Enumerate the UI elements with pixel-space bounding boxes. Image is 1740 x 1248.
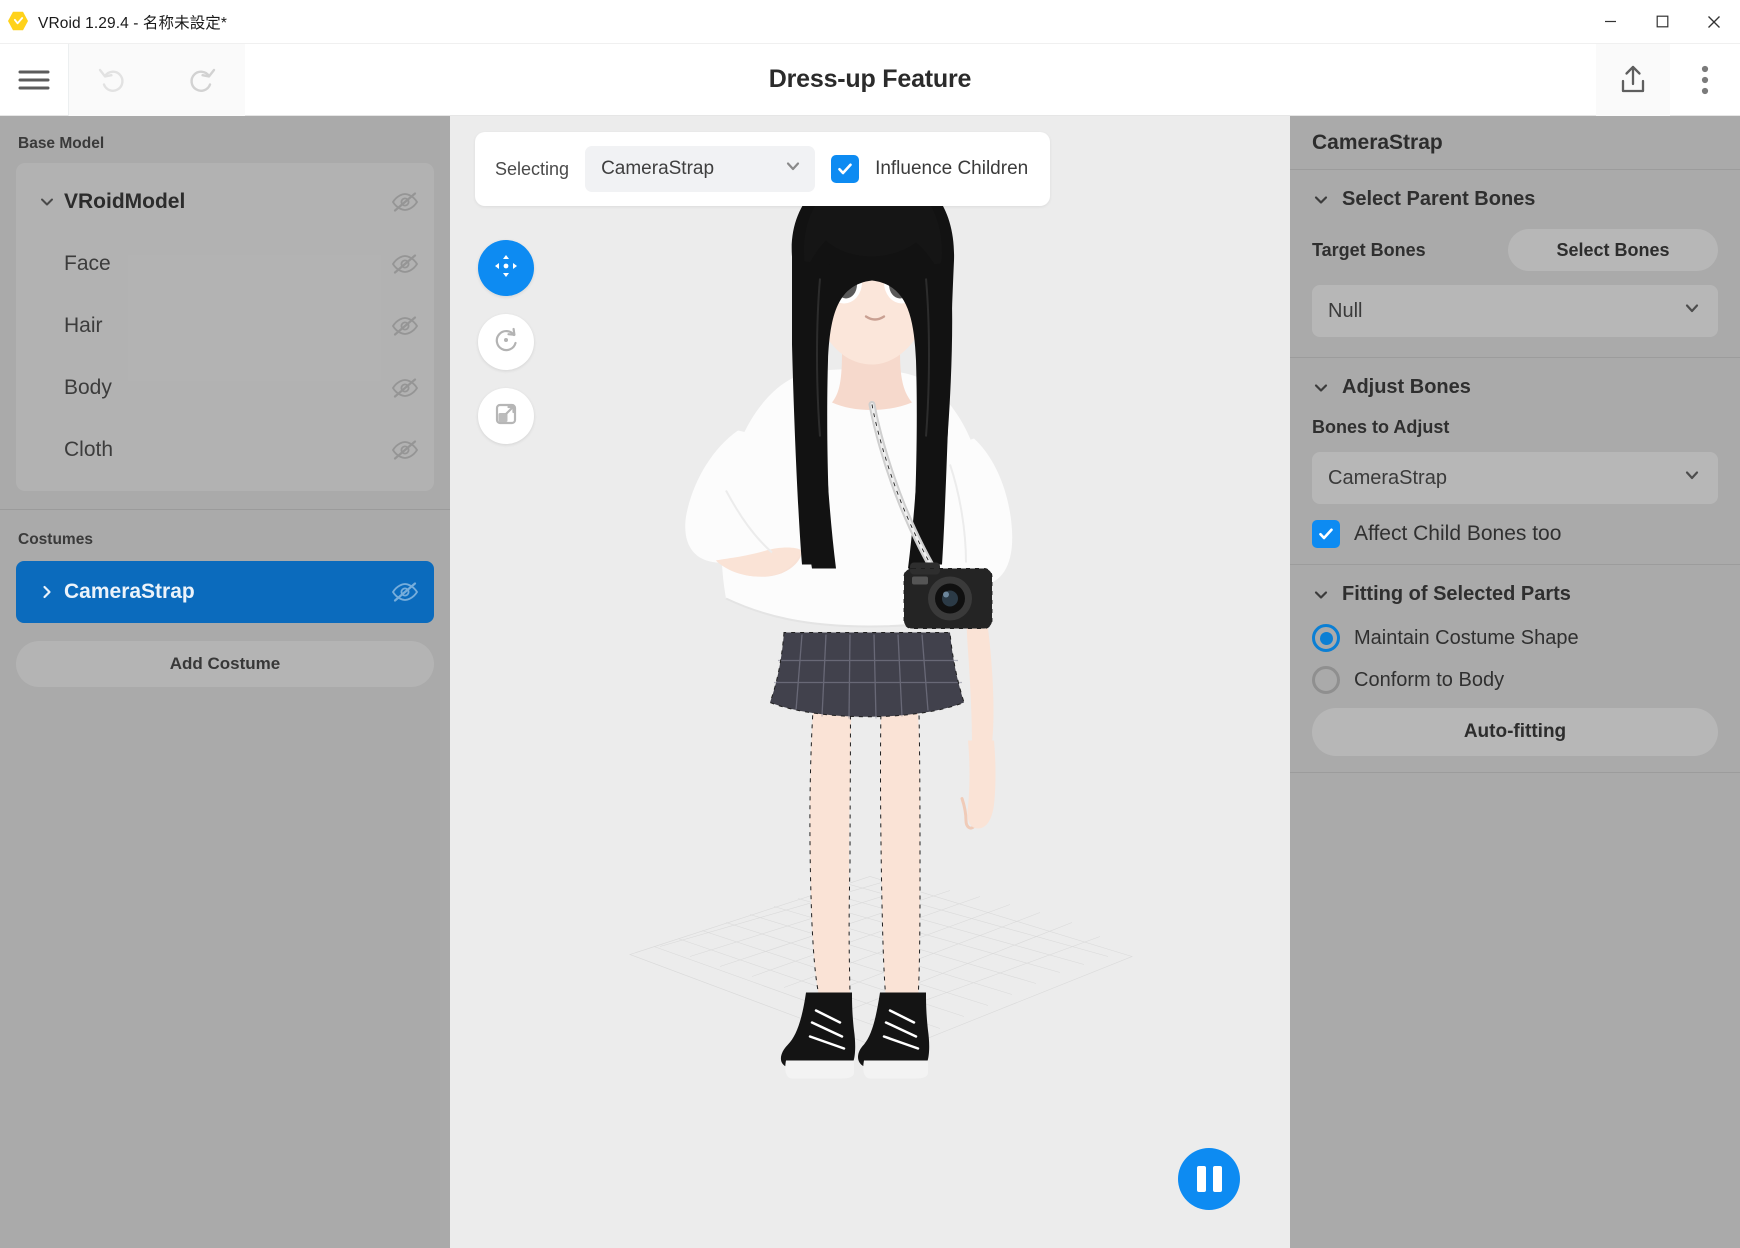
move-arrows-icon — [492, 252, 520, 285]
bones-to-adjust-value: CameraStrap — [1328, 466, 1447, 489]
pause-button[interactable] — [1178, 1148, 1240, 1210]
3d-viewport[interactable]: Selecting CameraStrap Influence Children — [450, 116, 1290, 1248]
pause-icon — [1196, 1166, 1222, 1192]
chevron-right-icon[interactable] — [38, 583, 64, 601]
select-parent-bones-section: Select Parent Bones Target Bones Select … — [1290, 170, 1740, 358]
undo-icon[interactable] — [69, 44, 157, 116]
affect-child-bones-label: Affect Child Bones too — [1354, 522, 1562, 545]
selecting-dropdown-value: CameraStrap — [601, 158, 715, 179]
right-panel-title: CameraStrap — [1290, 116, 1740, 170]
eye-off-icon[interactable] — [390, 376, 420, 400]
selecting-toolbar: Selecting CameraStrap Influence Children — [475, 132, 1051, 206]
rotate-icon — [492, 326, 520, 359]
chevron-down-icon — [783, 156, 803, 182]
costumes-heading: Costumes — [18, 531, 93, 548]
tree-item-cloth[interactable]: Cloth — [16, 419, 434, 481]
scale-icon — [492, 400, 520, 433]
vroid-studio-window: VRoid 1.29.4 - 名称未設定* Dress-up Feature B… — [0, 0, 1740, 1248]
character-model — [520, 164, 1220, 1109]
add-costume-button[interactable]: Add Costume — [16, 641, 434, 687]
radio-conform-to-body[interactable]: Conform to Body — [1312, 666, 1718, 694]
maximize-icon[interactable] — [1636, 0, 1688, 44]
eye-off-icon[interactable] — [390, 438, 420, 462]
tree-item-face[interactable]: Face — [16, 233, 434, 295]
hamburger-menu-icon[interactable] — [0, 44, 68, 116]
influence-children-label: Influence Children — [875, 158, 1029, 179]
parent-bone-dropdown[interactable]: Null — [1312, 285, 1718, 337]
base-model-tree: VRoidModel Face Hair Body Cloth — [16, 163, 434, 491]
selecting-label: Selecting — [495, 158, 570, 179]
selecting-dropdown[interactable]: CameraStrap — [585, 146, 816, 192]
tree-item-label: Face — [64, 252, 111, 275]
base-model-heading: Base Model — [18, 135, 105, 152]
eye-off-icon[interactable] — [390, 252, 420, 276]
radio-label: Maintain Costume Shape — [1354, 626, 1579, 649]
scale-tool[interactable] — [478, 388, 534, 444]
influence-children-checkbox[interactable] — [831, 155, 860, 183]
eye-off-icon[interactable] — [390, 190, 420, 214]
eye-off-icon[interactable] — [390, 314, 420, 338]
bones-to-adjust-label: Bones to Adjust — [1312, 417, 1450, 437]
chevron-down-icon — [1312, 586, 1330, 604]
page-title: Dress-up Feature — [768, 65, 972, 93]
tree-item-label: Cloth — [64, 438, 114, 461]
toolbar-right-group — [1596, 43, 1740, 116]
move-tool[interactable] — [478, 240, 534, 296]
costumes-section: Costumes CameraStrap Add Costume — [0, 510, 450, 687]
target-bones-label: Target Bones — [1312, 239, 1426, 260]
adjust-bones-header[interactable]: Adjust Bones — [1312, 376, 1718, 399]
section-title: Fitting of Selected Parts — [1342, 583, 1571, 605]
affect-child-bones-checkbox[interactable] — [1312, 520, 1340, 548]
close-icon[interactable] — [1688, 0, 1740, 44]
eye-off-icon[interactable] — [390, 580, 420, 604]
fitting-header[interactable]: Fitting of Selected Parts — [1312, 583, 1718, 606]
chevron-down-icon[interactable] — [38, 193, 64, 211]
select-bones-button[interactable]: Select Bones — [1508, 229, 1718, 271]
undo-redo-group — [68, 43, 245, 116]
window-controls — [1584, 0, 1740, 44]
chevron-down-icon — [1312, 379, 1330, 397]
radio-maintain-costume-shape[interactable]: Maintain Costume Shape — [1312, 624, 1718, 652]
costume-item-label: CameraStrap — [64, 580, 195, 603]
app-toolbar: Dress-up Feature — [0, 43, 1740, 116]
redo-icon[interactable] — [157, 44, 245, 116]
parent-bone-dropdown-value: Null — [1328, 299, 1363, 322]
chevron-down-icon — [1312, 191, 1330, 209]
vroid-hexagon-icon — [8, 11, 29, 32]
transform-tool-group — [478, 240, 534, 444]
right-panel-empty-area — [1290, 773, 1740, 1248]
chevron-down-icon — [1682, 465, 1702, 491]
tree-item-hair[interactable]: Hair — [16, 295, 434, 357]
window-title: VRoid 1.29.4 - 名称未設定* — [38, 14, 228, 32]
fitting-section: Fitting of Selected Parts Maintain Costu… — [1290, 565, 1740, 773]
tree-item-body[interactable]: Body — [16, 357, 434, 419]
rotate-tool[interactable] — [478, 314, 534, 370]
section-title: Select Parent Bones — [1342, 188, 1536, 210]
minimize-icon[interactable] — [1584, 0, 1636, 44]
right-panel: CameraStrap Select Parent Bones Target B… — [1290, 116, 1740, 1248]
target-bones-row: Target Bones Select Bones — [1312, 229, 1718, 271]
radio-label: Conform to Body — [1354, 668, 1505, 691]
title-bar: VRoid 1.29.4 - 名称未設定* — [0, 0, 1740, 44]
export-upload-icon[interactable] — [1596, 43, 1670, 116]
main-body: Base Model VRoidModel Face Hair Body Clo… — [0, 116, 1740, 1248]
radio-button-selected[interactable] — [1312, 624, 1340, 652]
tree-item-label: Body — [64, 376, 112, 399]
bones-to-adjust-dropdown[interactable]: CameraStrap — [1312, 452, 1718, 504]
tree-item-label: Hair — [64, 314, 103, 337]
tree-item-label: VRoidModel — [64, 190, 186, 213]
radio-button-unselected[interactable] — [1312, 666, 1340, 694]
select-parent-bones-header[interactable]: Select Parent Bones — [1312, 188, 1718, 211]
adjust-bones-section: Adjust Bones Bones to Adjust CameraStrap… — [1290, 358, 1740, 565]
tree-item-vroidmodel[interactable]: VRoidModel — [16, 171, 434, 233]
costume-item-camerastrap[interactable]: CameraStrap — [16, 561, 434, 623]
title-bar-left: VRoid 1.29.4 - 名称未設定* — [0, 11, 227, 33]
affect-child-bones-row[interactable]: Affect Child Bones too — [1312, 520, 1718, 548]
more-vertical-icon[interactable] — [1670, 44, 1740, 116]
left-sidebar: Base Model VRoidModel Face Hair Body Clo… — [0, 116, 450, 1248]
chevron-down-icon — [1682, 298, 1702, 324]
auto-fitting-button[interactable]: Auto-fitting — [1312, 708, 1718, 756]
section-title: Adjust Bones — [1342, 376, 1471, 398]
